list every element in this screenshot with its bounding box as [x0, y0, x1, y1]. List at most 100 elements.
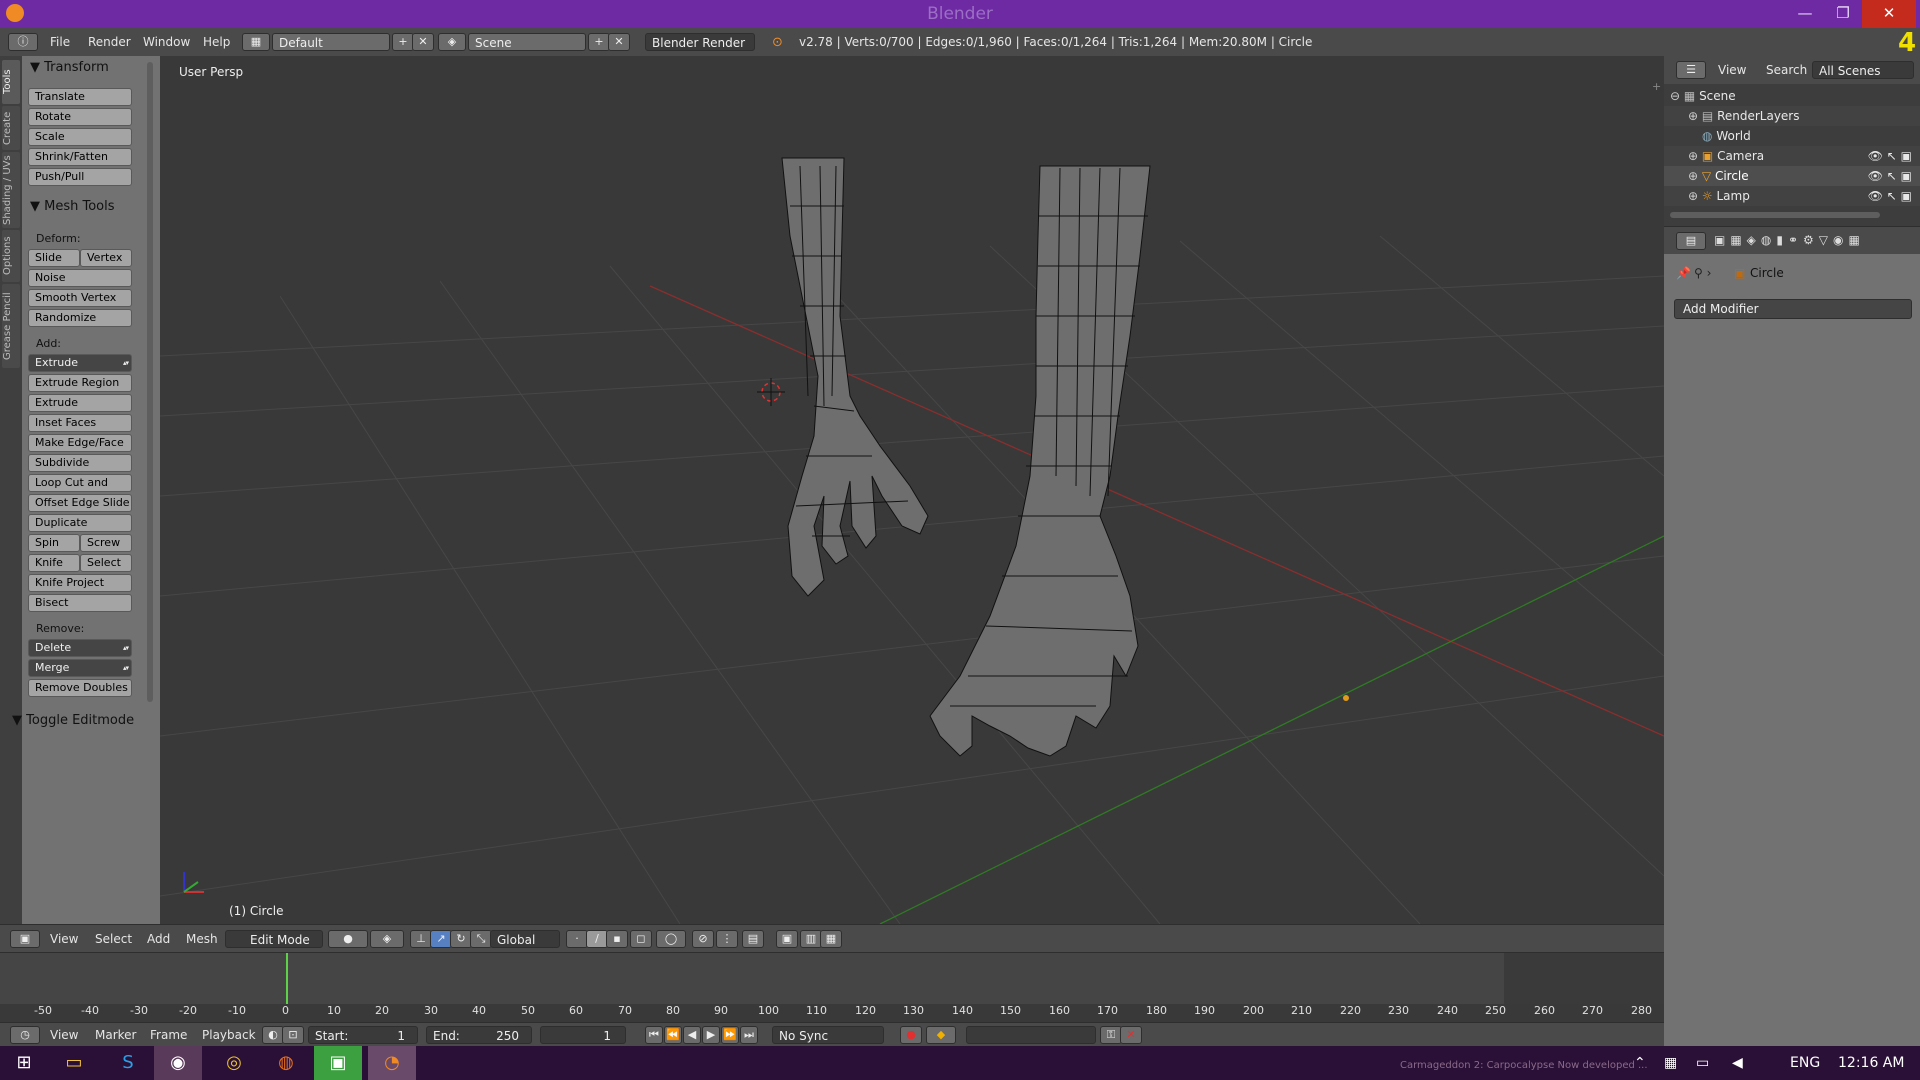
vertex-slide-button[interactable]: Vertex — [80, 249, 132, 267]
manipulator-icon[interactable]: ⊥ — [410, 930, 432, 948]
minimize-button[interactable]: — — [1786, 0, 1824, 28]
screw-button[interactable]: Screw — [80, 534, 132, 552]
delete-keyframe-icon[interactable]: ✕ — [1120, 1026, 1142, 1044]
layout-field[interactable]: Default — [272, 33, 390, 51]
tl-menu-marker[interactable]: Marker — [95, 1028, 136, 1042]
loop-cut-button[interactable]: Loop Cut and Slide — [28, 474, 132, 505]
outliner-menu-search[interactable]: Search — [1766, 63, 1807, 77]
close-button[interactable]: ✕ — [1862, 0, 1916, 28]
outliner-row-scene[interactable]: ⊖ ▦ Scene — [1664, 86, 1920, 106]
tab-tools[interactable]: Tools — [2, 60, 20, 104]
tab-grease-pencil[interactable]: Grease Pencil — [2, 284, 20, 368]
tray-status-icon[interactable]: ▦ — [1664, 1055, 1677, 1071]
remove-scene-icon[interactable]: ✕ — [608, 33, 630, 51]
add-modifier-dropdown[interactable]: Add Modifier — [1674, 299, 1912, 319]
scale-button[interactable]: Scale — [28, 128, 132, 146]
extrude-region-button[interactable]: Extrude Region — [28, 374, 132, 392]
outliner-row-circle[interactable]: ⊕ ▽ Circle 👁 ↖ ▣ — [1664, 166, 1920, 186]
view3d-editor-type-icon[interactable]: ▣ — [10, 930, 40, 948]
record-icon[interactable]: ● — [900, 1026, 922, 1044]
next-keyframe-icon[interactable]: ⏩ — [721, 1026, 739, 1044]
expand-icon[interactable]: ⊕ — [1688, 149, 1698, 163]
shrink-fatten-button[interactable]: Shrink/Fatten — [28, 148, 132, 166]
outliner-row-camera[interactable]: ⊕ ▣ Camera 👁 ↖ ▣ — [1664, 146, 1920, 166]
clock[interactable]: 12:16 AM — [1838, 1055, 1904, 1071]
start-frame-field[interactable]: Start: 1 — [308, 1026, 418, 1044]
info-editor-type-icon[interactable]: ⓘ — [8, 33, 38, 51]
translate-button[interactable]: Translate — [28, 88, 132, 106]
remove-doubles-button[interactable]: Remove Doubles — [28, 679, 132, 697]
menu-render[interactable]: Render — [88, 35, 131, 49]
tab-create[interactable]: Create — [2, 106, 20, 150]
shading-dropdown-icon[interactable]: ● — [328, 930, 368, 948]
expand-icon[interactable]: ⊕ — [1688, 189, 1698, 203]
play-reverse-icon[interactable]: ◀ — [683, 1026, 701, 1044]
collapse-icon[interactable]: ⊖ — [1670, 89, 1680, 103]
bisect-button[interactable]: Bisect — [28, 594, 132, 612]
active-keying-set-field[interactable] — [966, 1026, 1096, 1044]
end-frame-field[interactable]: End: 250 — [426, 1026, 532, 1044]
sync-dropdown[interactable]: No Sync — [772, 1026, 884, 1044]
tl-menu-frame[interactable]: Frame — [150, 1028, 187, 1042]
expand-icon[interactable]: ⊕ — [1688, 169, 1698, 183]
visibility-toggles[interactable]: 👁 ↖ ▣ — [1868, 186, 1912, 206]
outliner-scrollbar[interactable] — [1670, 212, 1880, 218]
v3d-menu-mesh[interactable]: Mesh — [186, 932, 218, 946]
maximize-button[interactable]: ❐ — [1824, 0, 1862, 28]
skype-icon[interactable]: S — [104, 1046, 152, 1080]
timeline-editor-type-icon[interactable]: ◷ — [10, 1026, 40, 1044]
prev-keyframe-icon[interactable]: ⏪ — [664, 1026, 682, 1044]
blender-taskbar-icon[interactable]: ◔ — [368, 1046, 416, 1080]
menu-window[interactable]: Window — [143, 35, 190, 49]
subdivide-button[interactable]: Subdivide — [28, 454, 132, 472]
layers-icon[interactable]: ▤ — [742, 930, 764, 948]
tool-shelf-scrollbar[interactable] — [147, 62, 153, 702]
firefox-icon[interactable]: ◍ — [262, 1046, 310, 1080]
preview-range-icon[interactable]: ◐ — [262, 1026, 284, 1044]
edge-select-icon[interactable]: / — [586, 930, 608, 948]
lamp-origin-point[interactable] — [1343, 695, 1349, 701]
add-layout-icon[interactable]: + — [392, 33, 414, 51]
current-frame-field[interactable]: 1 — [540, 1026, 626, 1044]
pivot-dropdown-icon[interactable]: ◈ — [370, 930, 404, 948]
visibility-toggles[interactable]: 👁 ↖ ▣ — [1868, 166, 1912, 186]
add-scene-icon[interactable]: + — [588, 33, 610, 51]
orientation-dropdown[interactable]: Global — [490, 930, 560, 948]
expand-icon[interactable]: ⊕ — [1688, 109, 1698, 123]
render-preview-icon[interactable]: ▣ — [776, 930, 798, 948]
pin-icon[interactable]: 📌 — [1676, 266, 1691, 280]
snap-icon[interactable]: ⊘ — [692, 930, 714, 948]
tab-shading-uvs[interactable]: Shading / UVs — [2, 152, 20, 228]
tray-expand-icon[interactable]: ⌃ — [1634, 1055, 1646, 1071]
toggle-editmode-panel-header[interactable]: ▼ Toggle Editmode — [12, 713, 134, 728]
timeline-track[interactable] — [0, 953, 1504, 1004]
layout-grid-icon[interactable]: ▦ — [242, 33, 270, 51]
translate-manipulator-icon[interactable]: ↗ — [430, 930, 452, 948]
rotate-manipulator-icon[interactable]: ↻ — [450, 930, 472, 948]
chrome-icon[interactable]: ◎ — [210, 1046, 258, 1080]
play-icon[interactable]: ▶ — [702, 1026, 720, 1044]
occlude-geometry-icon[interactable]: ◻ — [630, 930, 652, 948]
right-hand-mesh[interactable] — [929, 165, 1151, 757]
transform-panel-header[interactable]: ▼ Transform — [30, 60, 109, 75]
properties-editor-type-icon[interactable]: ▤ — [1676, 232, 1706, 250]
tl-menu-view[interactable]: View — [50, 1028, 78, 1042]
offset-edge-slide-button[interactable]: Offset Edge Slide — [28, 494, 132, 512]
outliner-row-renderlayers[interactable]: ⊕ ▤ RenderLayers — [1664, 106, 1920, 126]
knife-project-button[interactable]: Knife Project — [28, 574, 132, 592]
v3d-menu-view[interactable]: View — [50, 932, 78, 946]
smooth-vertex-button[interactable]: Smooth Vertex — [28, 289, 132, 307]
network-icon[interactable]: ▭ — [1696, 1055, 1709, 1071]
opengl-render-icon[interactable]: ▦ — [820, 930, 842, 948]
randomize-button[interactable]: Randomize — [28, 309, 132, 327]
outliner-row-lamp[interactable]: ⊕ ☼ Lamp 👁 ↖ ▣ — [1664, 186, 1920, 206]
scale-manipulator-icon[interactable]: ⤡ — [470, 930, 492, 948]
3d-cursor[interactable] — [757, 378, 785, 406]
properties-context-tabs[interactable]: ▣▦◈◍▮⚭⚙▽◉▦ — [1714, 233, 1865, 247]
keying-set-icon[interactable]: ◆ — [926, 1026, 956, 1044]
noise-button[interactable]: Noise — [28, 269, 132, 287]
rotate-button[interactable]: Rotate — [28, 108, 132, 126]
remove-layout-icon[interactable]: ✕ — [412, 33, 434, 51]
start-button[interactable]: ⊞ — [0, 1046, 48, 1080]
proportional-edit-icon[interactable]: ◯ — [656, 930, 686, 948]
